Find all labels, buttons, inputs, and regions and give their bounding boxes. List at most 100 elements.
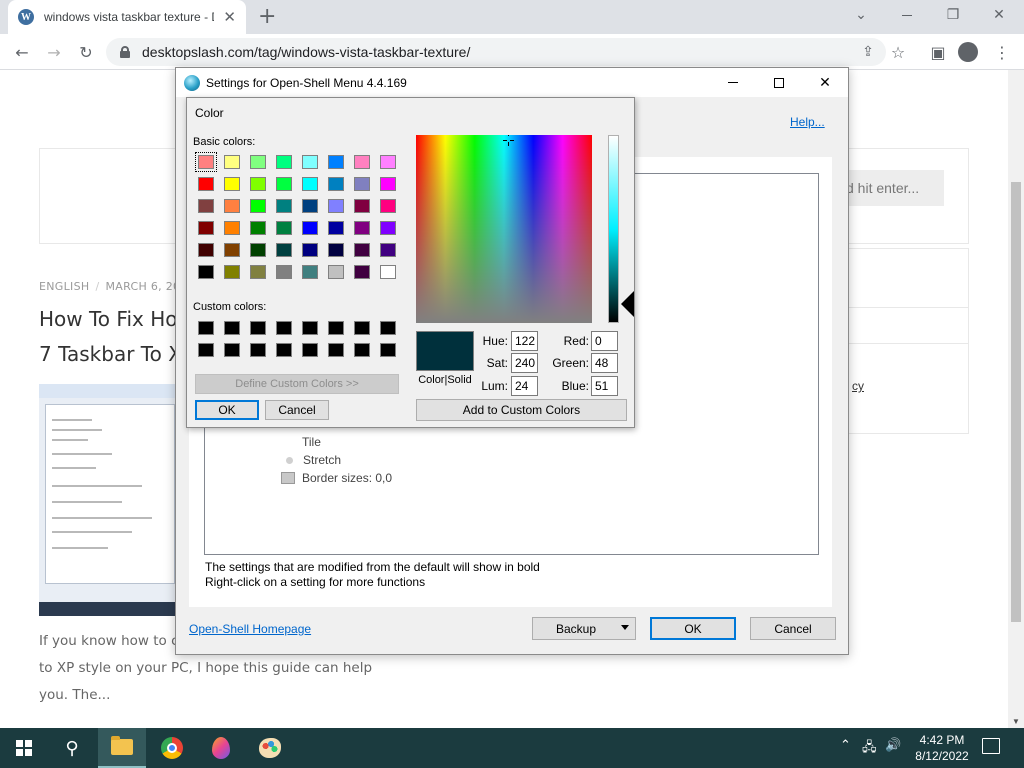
basic-color-swatch[interactable]: [276, 155, 292, 169]
minimize-button[interactable]: [884, 0, 930, 30]
basic-color-swatch[interactable]: [198, 243, 214, 257]
color-spectrum[interactable]: [416, 135, 592, 323]
basic-color-swatch[interactable]: [328, 265, 344, 279]
basic-color-swatch[interactable]: [328, 155, 344, 169]
basic-color-swatch[interactable]: [354, 177, 370, 191]
paint-icon[interactable]: [246, 728, 294, 768]
basic-color-swatch[interactable]: [276, 265, 292, 279]
basic-color-swatch[interactable]: [380, 199, 396, 213]
basic-color-swatch[interactable]: [276, 243, 292, 257]
basic-color-swatch[interactable]: [198, 221, 214, 235]
custom-color-swatch[interactable]: [354, 321, 370, 335]
windows-start-icon[interactable]: [0, 728, 48, 768]
hue-field[interactable]: 122: [511, 331, 538, 351]
basic-color-swatch[interactable]: [276, 177, 292, 191]
basic-color-swatch[interactable]: [250, 199, 266, 213]
settings-minimize-button[interactable]: [710, 68, 756, 97]
basic-color-swatch[interactable]: [380, 243, 396, 257]
help-link[interactable]: Help...: [790, 115, 825, 129]
basic-color-swatch[interactable]: [250, 243, 266, 257]
add-to-custom-colors-button[interactable]: Add to Custom Colors: [416, 399, 627, 421]
basic-color-swatch[interactable]: [354, 243, 370, 257]
custom-color-swatch[interactable]: [250, 321, 266, 335]
color-cancel-button[interactable]: Cancel: [265, 400, 329, 420]
lum-field[interactable]: 24: [511, 376, 538, 396]
green-field[interactable]: 48: [591, 353, 618, 373]
page-scrollbar[interactable]: ▼: [1008, 70, 1024, 728]
share-icon[interactable]: ⇪: [856, 40, 880, 64]
basic-color-swatch[interactable]: [380, 221, 396, 235]
option-stretch[interactable]: Stretch: [286, 453, 341, 467]
custom-color-swatch[interactable]: [250, 343, 266, 357]
basic-color-swatch[interactable]: [354, 199, 370, 213]
star-icon[interactable]: ☆: [886, 40, 910, 64]
basic-color-swatch[interactable]: [195, 152, 217, 172]
post-thumbnail[interactable]: [39, 384, 181, 616]
post-title[interactable]: How To Fix How 7 Taskbar To XP: [39, 302, 184, 372]
basic-color-swatch[interactable]: [250, 265, 266, 279]
basic-color-swatch[interactable]: [276, 199, 292, 213]
basic-color-swatch[interactable]: [250, 155, 266, 169]
basic-color-swatch[interactable]: [328, 177, 344, 191]
basic-color-swatch[interactable]: [354, 155, 370, 169]
basic-color-swatch[interactable]: [302, 221, 318, 235]
option-border-sizes[interactable]: Border sizes: 0,0: [281, 471, 392, 485]
scrollbar-thumb[interactable]: [1011, 182, 1021, 622]
custom-color-swatch[interactable]: [224, 321, 240, 335]
basic-color-swatch[interactable]: [250, 221, 266, 235]
address-bar[interactable]: desktopslash.com/tag/windows-vista-taskb…: [106, 38, 886, 66]
basic-color-swatch[interactable]: [302, 199, 318, 213]
basic-color-swatch[interactable]: [302, 177, 318, 191]
custom-color-swatch[interactable]: [276, 321, 292, 335]
basic-color-swatch[interactable]: [224, 221, 240, 235]
tab-search-icon[interactable]: ⌄: [838, 0, 884, 30]
custom-color-swatch[interactable]: [302, 321, 318, 335]
taskbar-clock[interactable]: 4:42 PM 8/12/2022: [906, 732, 978, 764]
blue-field[interactable]: 51: [591, 376, 618, 396]
volume-icon[interactable]: 🔊: [885, 738, 901, 753]
custom-color-swatch[interactable]: [276, 343, 292, 357]
settings-close-button[interactable]: ✕: [802, 68, 848, 97]
color-ok-button[interactable]: OK: [195, 400, 259, 420]
side-panel-icon[interactable]: ▣: [926, 40, 950, 64]
settings-titlebar[interactable]: Settings for Open-Shell Menu 4.4.169 ✕: [176, 68, 848, 97]
homepage-link[interactable]: Open-Shell Homepage: [189, 622, 311, 636]
basic-color-swatch[interactable]: [328, 199, 344, 213]
basic-color-swatch[interactable]: [380, 155, 396, 169]
custom-color-swatch[interactable]: [198, 343, 214, 357]
basic-color-swatch[interactable]: [224, 265, 240, 279]
custom-color-swatch[interactable]: [224, 343, 240, 357]
basic-color-swatch[interactable]: [302, 243, 318, 257]
file-explorer-icon[interactable]: [98, 728, 146, 768]
profile-icon[interactable]: [956, 40, 980, 64]
red-field[interactable]: 0: [591, 331, 618, 351]
maps-icon[interactable]: [197, 728, 245, 768]
option-tile[interactable]: Tile: [302, 435, 321, 449]
arrow-left-icon[interactable]: ←: [10, 40, 34, 64]
settings-maximize-button[interactable]: [756, 68, 802, 97]
sidebar-link[interactable]: cy: [852, 379, 864, 393]
kebab-menu-icon[interactable]: ⋮: [990, 40, 1014, 64]
restore-button[interactable]: ❐: [930, 0, 976, 30]
settings-ok-button[interactable]: OK: [650, 617, 736, 640]
arrow-right-icon[interactable]: →: [42, 40, 66, 64]
custom-color-swatch[interactable]: [380, 321, 396, 335]
basic-color-swatch[interactable]: [250, 177, 266, 191]
basic-color-swatch[interactable]: [328, 221, 344, 235]
basic-color-swatch[interactable]: [354, 265, 370, 279]
reload-icon[interactable]: ↻: [74, 40, 98, 64]
chrome-icon[interactable]: [148, 728, 196, 768]
scroll-down-icon[interactable]: ▼: [1012, 717, 1020, 726]
custom-color-swatch[interactable]: [354, 343, 370, 357]
basic-color-swatch[interactable]: [224, 177, 240, 191]
basic-color-swatch[interactable]: [328, 243, 344, 257]
basic-color-swatch[interactable]: [224, 199, 240, 213]
browser-tab[interactable]: W windows vista taskbar texture - D ✕: [8, 0, 246, 34]
custom-color-swatch[interactable]: [380, 343, 396, 357]
basic-color-swatch[interactable]: [198, 265, 214, 279]
custom-color-swatch[interactable]: [328, 343, 344, 357]
basic-color-swatch[interactable]: [224, 155, 240, 169]
custom-color-swatch[interactable]: [198, 321, 214, 335]
basic-color-swatch[interactable]: [380, 265, 396, 279]
basic-color-swatch[interactable]: [380, 177, 396, 191]
